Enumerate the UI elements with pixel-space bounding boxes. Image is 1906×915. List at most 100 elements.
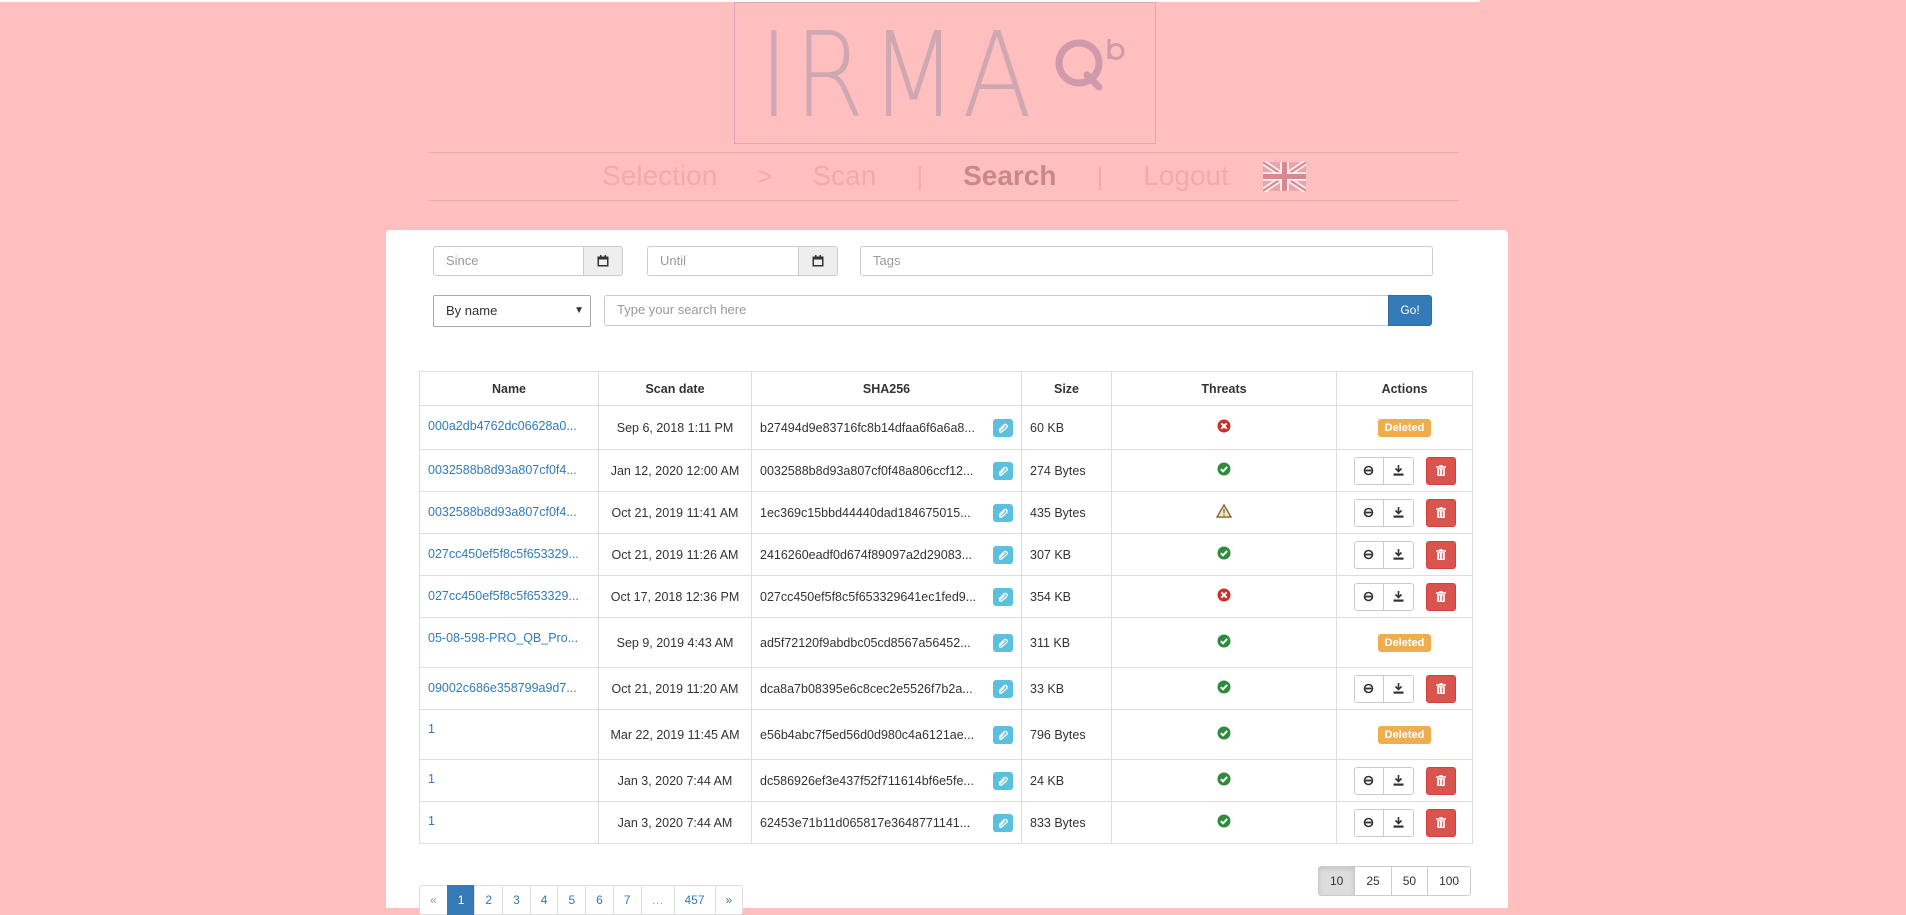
row-actions <box>1345 674 1464 703</box>
page-link-2[interactable]: 2 <box>474 885 504 915</box>
page-link-5[interactable]: 5 <box>557 885 587 915</box>
cell-name: 0032588b8d93a807cf0f4... <box>419 449 599 492</box>
rescan-button[interactable] <box>1353 540 1384 569</box>
page-size-100[interactable]: 100 <box>1427 866 1472 896</box>
file-name-link[interactable]: 000a2db4762dc06628a0... <box>428 419 577 433</box>
go-button[interactable]: Go! <box>1388 295 1432 326</box>
file-name-link[interactable]: 1 <box>428 814 435 828</box>
download-button[interactable] <box>1383 766 1414 795</box>
copy-sha-button[interactable] <box>993 633 1013 652</box>
delete-button[interactable] <box>1425 582 1456 611</box>
cell-name: 05-08-598-PRO_QB_Pro... <box>419 617 599 668</box>
download-button[interactable] <box>1383 456 1414 485</box>
page-link-1[interactable]: 1 <box>446 885 476 915</box>
cell-size: 33 KB <box>1021 667 1112 710</box>
page-first-button[interactable]: « <box>419 885 448 915</box>
file-name-link[interactable]: 027cc450ef5f8c5f653329... <box>428 589 579 603</box>
delete-button[interactable] <box>1425 766 1456 795</box>
header-name[interactable]: Name <box>419 371 599 406</box>
copy-sha-button[interactable] <box>993 725 1013 744</box>
until-date-input[interactable]: Until <box>647 246 799 276</box>
rescan-icon <box>1363 507 1374 518</box>
cell-scan-date: Jan 3, 2020 7:44 AM <box>598 759 752 802</box>
download-button[interactable] <box>1383 582 1414 611</box>
cell-name: 027cc450ef5f8c5f653329... <box>419 533 599 576</box>
tags-input[interactable]: Tags <box>860 246 1433 276</box>
pagination: «1 2 3 4 5 6 7… 457» <box>419 885 744 915</box>
page-size-10[interactable]: 10 <box>1318 866 1356 896</box>
search-input[interactable]: Type your search here <box>604 295 1389 326</box>
rescan-button[interactable] <box>1353 456 1384 485</box>
download-button[interactable] <box>1383 808 1414 837</box>
logo[interactable]: IRMA <box>734 2 1156 144</box>
page-last-button[interactable]: » <box>714 885 744 915</box>
trash-icon <box>1435 591 1446 602</box>
nav-logout[interactable]: Logout <box>1121 160 1251 192</box>
uk-flag-icon[interactable] <box>1261 159 1308 193</box>
delete-button[interactable] <box>1425 540 1456 569</box>
file-name-link[interactable]: 0032588b8d93a807cf0f4... <box>428 463 577 477</box>
rescan-icon <box>1363 465 1374 476</box>
header-threats[interactable]: Threats <box>1111 371 1337 406</box>
search-type-select[interactable]: By name ▼ <box>433 295 591 327</box>
delete-button[interactable] <box>1425 498 1456 527</box>
delete-button[interactable] <box>1425 808 1456 837</box>
cell-size: 311 KB <box>1021 617 1112 668</box>
trash-icon <box>1435 683 1446 694</box>
search-type-value: By name <box>446 303 498 318</box>
copy-sha-button[interactable] <box>993 503 1013 522</box>
page-size-25[interactable]: 25 <box>1354 866 1392 896</box>
nav-search[interactable]: Search <box>941 160 1078 192</box>
cell-size: 307 KB <box>1021 533 1112 576</box>
deleted-badge: Deleted <box>1377 418 1432 437</box>
copy-sha-button[interactable] <box>993 418 1013 437</box>
download-button[interactable] <box>1383 674 1414 703</box>
rescan-button[interactable] <box>1353 582 1384 611</box>
header-size[interactable]: Size <box>1021 371 1112 406</box>
delete-button[interactable] <box>1425 674 1456 703</box>
header-scan-date[interactable]: Scan date <box>598 371 752 406</box>
rescan-button[interactable] <box>1353 766 1384 795</box>
rescan-button[interactable] <box>1353 808 1384 837</box>
nav-scan[interactable]: Scan <box>790 160 898 192</box>
rescan-button[interactable] <box>1353 498 1384 527</box>
file-name-link[interactable]: 0032588b8d93a807cf0f4... <box>428 505 577 519</box>
since-calendar-button[interactable] <box>583 246 623 276</box>
copy-sha-button[interactable] <box>993 771 1013 790</box>
download-button[interactable] <box>1383 498 1414 527</box>
copy-sha-button[interactable] <box>993 679 1013 698</box>
download-button[interactable] <box>1383 540 1414 569</box>
page-link-457[interactable]: 457 <box>673 885 716 915</box>
paperclip-icon <box>998 776 1008 786</box>
page-link-7[interactable]: 7 <box>612 885 642 915</box>
delete-button[interactable] <box>1425 456 1456 485</box>
page-size-50[interactable]: 50 <box>1390 866 1429 896</box>
file-name-link[interactable]: 05-08-598-PRO_QB_Pro... <box>428 631 578 645</box>
page-link-3[interactable]: 3 <box>502 885 531 915</box>
until-calendar-button[interactable] <box>798 246 838 276</box>
cell-name: 1 <box>419 759 599 802</box>
cell-name: 0032588b8d93a807cf0f4... <box>419 491 599 534</box>
page-link-6[interactable]: 6 <box>585 885 614 915</box>
file-name-link[interactable]: 1 <box>428 722 435 736</box>
header-sha256[interactable]: SHA256 <box>751 371 1022 406</box>
cell-size: 274 Bytes <box>1021 449 1112 492</box>
rescan-button[interactable] <box>1353 674 1384 703</box>
cell-threats <box>1111 491 1337 534</box>
clean-check-icon <box>1217 546 1231 560</box>
page-link-4[interactable]: 4 <box>529 885 559 915</box>
table-row: 000a2db4762dc06628a0... Sep 6, 2018 1:11 … <box>419 405 1473 450</box>
file-name-link[interactable]: 09002c686e358799a9d7... <box>428 681 577 695</box>
file-name-link[interactable]: 1 <box>428 772 435 786</box>
nav-selection[interactable]: Selection <box>580 160 739 192</box>
copy-sha-button[interactable] <box>993 587 1013 606</box>
copy-sha-button[interactable] <box>993 813 1013 832</box>
sha256-value: 2416260eadf0d674f89097a2d29083... <box>760 547 973 562</box>
file-name-link[interactable]: 027cc450ef5f8c5f653329... <box>428 547 579 561</box>
clean-check-icon <box>1217 634 1231 648</box>
paperclip-icon <box>998 508 1008 518</box>
copy-sha-button[interactable] <box>993 545 1013 564</box>
copy-sha-button[interactable] <box>993 461 1013 480</box>
since-date-input[interactable]: Since <box>433 246 584 276</box>
cell-name: 000a2db4762dc06628a0... <box>419 405 599 450</box>
